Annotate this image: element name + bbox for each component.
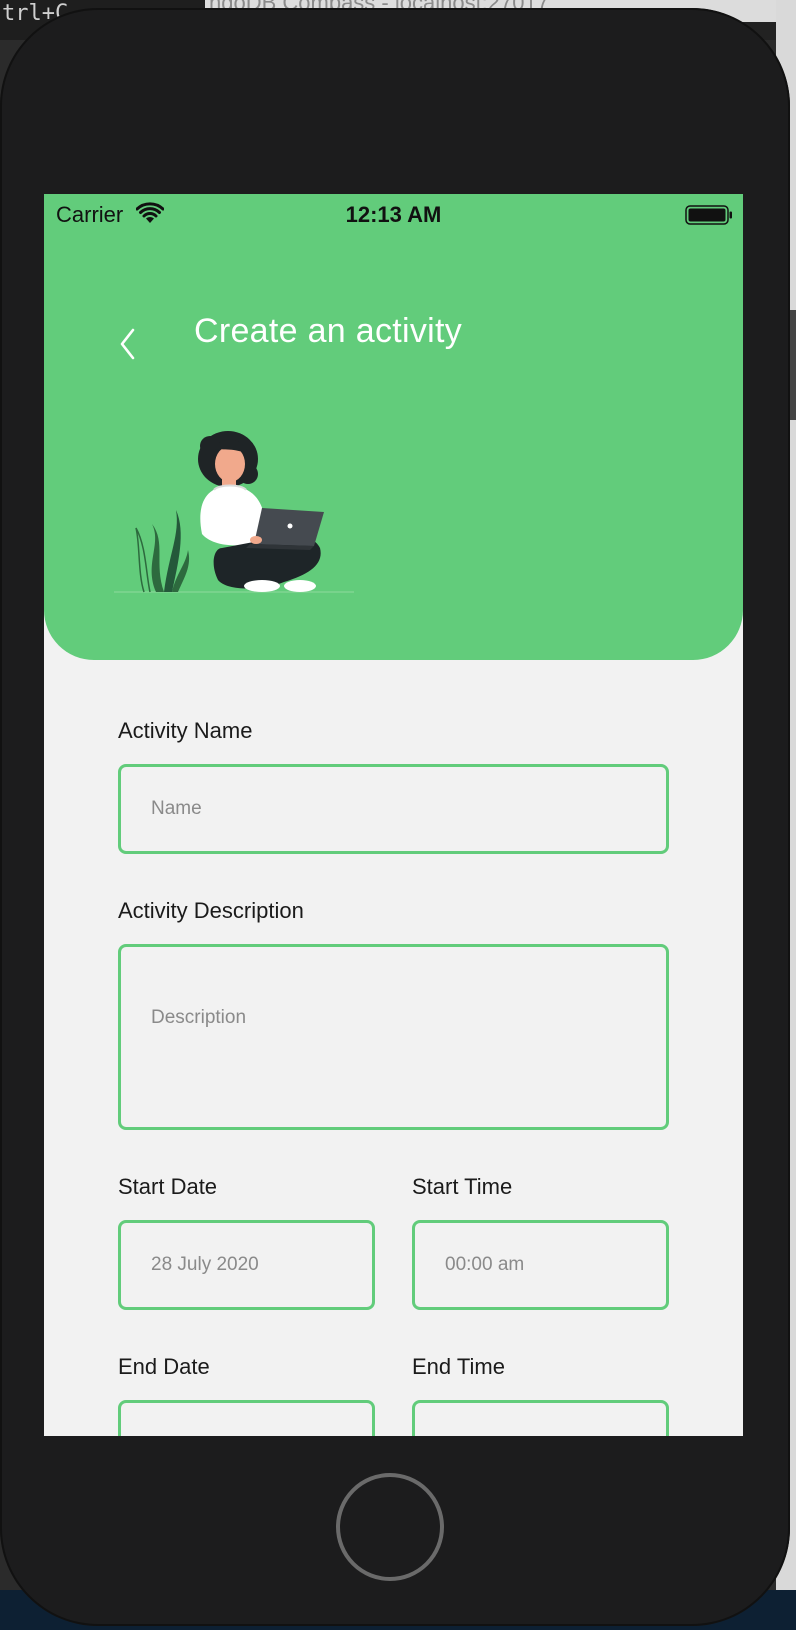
start-date-field-box [118,1220,375,1310]
end-date-field-box [118,1400,375,1436]
end-time-field-box [412,1400,669,1436]
start-date-input[interactable] [121,1223,372,1307]
header: Carrier 12:13 AM Create an activity [44,194,743,660]
battery-icon [685,205,732,225]
activity-name-label: Activity Name [118,718,253,743]
activity-description-field-box [118,944,669,1130]
end-time-input[interactable] [415,1403,666,1436]
phone-frame: Carrier 12:13 AM Create an activity Acti… [0,8,790,1626]
start-time-field-box [412,1220,669,1310]
home-button[interactable] [336,1473,444,1581]
activity-description-label: Activity Description [118,898,304,923]
start-time-input[interactable] [415,1223,666,1307]
end-date-label: End Date [118,1354,210,1379]
app-screen: Carrier 12:13 AM Create an activity Acti… [44,194,743,1436]
activity-description-input[interactable] [121,947,666,1127]
activity-name-field-box [118,764,669,854]
status-time: 12:13 AM [345,202,442,227]
start-time-label: Start Time [412,1174,513,1199]
chevron-left-icon[interactable] [118,326,138,362]
person-with-laptop-illustration [114,431,354,593]
end-time-label: End Time [412,1354,505,1379]
page-title: Create an activity [194,312,463,350]
status-bar: Carrier 12:13 AM [44,194,743,234]
start-date-label: Start Date [118,1174,218,1199]
end-date-input[interactable] [121,1403,372,1436]
activity-name-input[interactable] [121,767,666,851]
